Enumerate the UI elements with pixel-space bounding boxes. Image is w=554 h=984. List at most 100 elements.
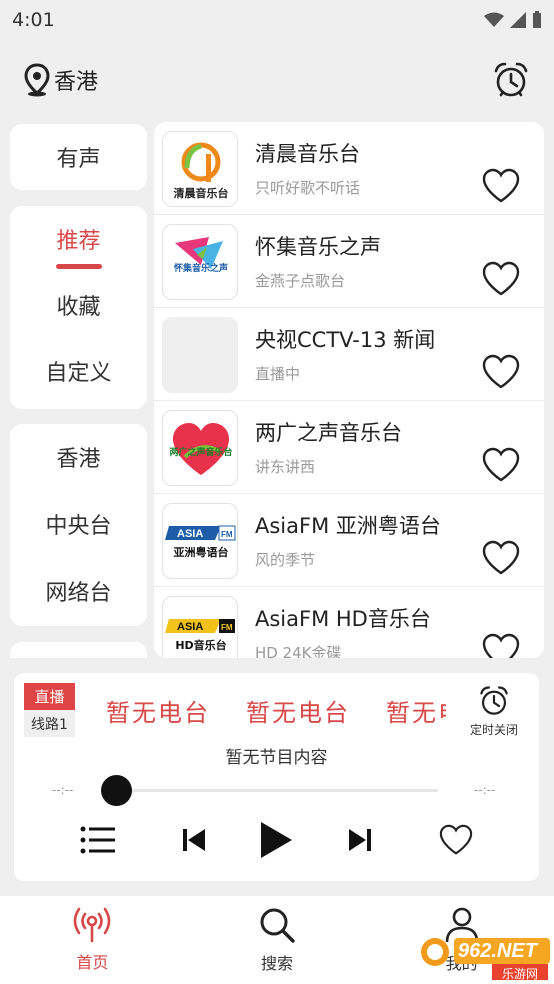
battery-icon xyxy=(533,11,541,28)
status-bar: 4:01 xyxy=(0,0,554,40)
heart-icon[interactable] xyxy=(481,633,521,658)
station-name: 央视CCTV-13 新闻 xyxy=(255,328,436,352)
sleep-timer-button[interactable]: 定时关闭 xyxy=(464,685,524,745)
left-item-central[interactable]: 中央台 xyxy=(10,490,147,558)
station-logo: ASIA FM HD音乐台 xyxy=(162,596,238,658)
logo-text: 怀集音乐之声 xyxy=(173,264,228,274)
station-subtitle: HD 24K金碟 xyxy=(255,644,342,658)
station-row[interactable]: 央视CCTV-13 新闻 直播中 xyxy=(154,308,544,401)
progress-track[interactable] xyxy=(114,789,438,792)
location-selector[interactable]: 香港 xyxy=(24,63,98,97)
station-subtitle: 风的季节 xyxy=(255,551,316,569)
sleep-timer-label: 定时关闭 xyxy=(469,723,518,737)
station-row[interactable]: 清晨音乐台 清晨音乐台 只听好歌不听话 xyxy=(154,122,544,215)
marquee-text: 暂无电台 xyxy=(106,699,210,727)
station-logo: 两广之声音乐台 xyxy=(162,410,238,486)
play-icon xyxy=(261,822,292,858)
line-selector[interactable]: 线路1 xyxy=(24,710,75,737)
watermark-sub: 乐游网 xyxy=(502,967,539,981)
left-card-audio: 有声 xyxy=(10,124,147,190)
station-subtitle: 讲东讲西 xyxy=(255,458,316,476)
nav-search[interactable]: 搜索 xyxy=(185,896,370,984)
play-button[interactable] xyxy=(254,818,298,862)
station-logo: ASIA FM 亚洲粤语台 xyxy=(162,503,238,579)
station-row[interactable]: ASIA FM 亚洲粤语台 AsiaFM 亚洲粤语台 风的季节 xyxy=(154,494,544,587)
left-item-custom[interactable]: 自定义 xyxy=(10,338,147,404)
progress-knob[interactable] xyxy=(101,775,132,806)
alarm-clock-icon xyxy=(480,686,508,715)
nav-home-label: 首页 xyxy=(76,953,109,972)
signal-icon xyxy=(510,12,526,28)
station-logo xyxy=(162,317,238,393)
left-item-hongkong[interactable]: 香港 xyxy=(10,424,147,490)
station-name: AsiaFM HD音乐台 xyxy=(255,607,431,631)
header: 香港 xyxy=(0,50,554,110)
station-list: 清晨音乐台 清晨音乐台 只听好歌不听话 怀集音乐之声 怀集音乐之声 金燕子点歌台… xyxy=(154,122,544,658)
status-time: 4:01 xyxy=(12,9,55,31)
svg-text:FM: FM xyxy=(221,530,233,539)
left-item-label: 收藏 xyxy=(56,295,101,320)
active-indicator xyxy=(56,264,102,269)
wifi-icon xyxy=(484,12,504,27)
svg-text:FM: FM xyxy=(221,623,233,632)
location-pin-icon xyxy=(24,63,50,97)
left-item-audio[interactable]: 有声 xyxy=(10,124,147,190)
total-time: --:-- xyxy=(474,783,496,797)
status-icons xyxy=(484,11,542,29)
heart-icon[interactable] xyxy=(481,540,521,576)
next-button[interactable] xyxy=(338,818,382,862)
station-logo: 怀集音乐之声 xyxy=(162,224,238,300)
favorite-button[interactable] xyxy=(434,818,478,862)
heart-icon[interactable] xyxy=(481,168,521,204)
search-icon xyxy=(260,908,295,943)
station-name: AsiaFM 亚洲粤语台 xyxy=(255,514,441,538)
skip-next-icon xyxy=(349,829,371,851)
station-subtitle: 只听好歌不听话 xyxy=(255,179,361,197)
nav-search-label: 搜索 xyxy=(261,954,294,973)
heart-icon[interactable] xyxy=(481,354,521,390)
station-subtitle: 金燕子点歌台 xyxy=(255,272,346,290)
radio-broadcast-icon xyxy=(74,907,111,943)
left-item-label: 中央台 xyxy=(45,514,112,539)
playlist-button[interactable] xyxy=(76,818,120,862)
elapsed-time: --:-- xyxy=(52,783,74,797)
station-name: 清晨音乐台 xyxy=(255,142,360,166)
station-marquee: 暂无电台 暂无电台 暂无电台 xyxy=(106,693,446,729)
logo-text: 清晨音乐台 xyxy=(173,187,229,200)
left-item-favorites[interactable]: 收藏 xyxy=(10,272,147,338)
station-name: 两广之声音乐台 xyxy=(255,421,402,445)
station-row[interactable]: 怀集音乐之声 怀集音乐之声 金燕子点歌台 xyxy=(154,215,544,308)
svg-text:ASIA: ASIA xyxy=(177,621,203,633)
left-item-network[interactable]: 网络台 xyxy=(10,558,147,624)
logo-text: 亚洲粤语台 xyxy=(173,546,229,559)
station-row[interactable]: 两广之声音乐台 两广之声音乐台 讲东讲西 xyxy=(154,401,544,494)
program-title: 暂无节目内容 xyxy=(225,748,328,768)
previous-button[interactable] xyxy=(172,818,216,862)
marquee-text: 暂无电台 xyxy=(246,699,350,727)
left-item-recommend[interactable]: 推荐 xyxy=(10,206,147,272)
heart-icon xyxy=(439,824,473,855)
left-card-regions: 香港 中央台 网络台 xyxy=(10,424,147,626)
left-item-label: 香港 xyxy=(56,447,101,472)
list-icon xyxy=(80,826,115,854)
location-label: 香港 xyxy=(54,70,99,95)
heart-icon[interactable] xyxy=(481,447,521,483)
logo-text: 两广之声音乐台 xyxy=(169,448,233,458)
left-card-recommend: 推荐 收藏 自定义 xyxy=(10,206,147,409)
skip-previous-icon xyxy=(183,829,205,851)
marquee-text: 暂无电台 xyxy=(386,699,446,727)
nav-home[interactable]: 首页 xyxy=(0,896,185,984)
svg-text:ASIA: ASIA xyxy=(177,528,203,540)
alarm-clock-icon[interactable] xyxy=(492,61,530,99)
left-item-label: 自定义 xyxy=(45,361,112,386)
station-logo-icon: ASIA FM xyxy=(165,525,236,541)
station-logo: 清晨音乐台 xyxy=(162,131,238,207)
left-card-more xyxy=(10,642,147,658)
heart-icon[interactable] xyxy=(481,261,521,297)
station-name: 怀集音乐之声 xyxy=(255,235,381,259)
left-item-label: 网络台 xyxy=(45,581,112,606)
station-row[interactable]: ASIA FM HD音乐台 AsiaFM HD音乐台 HD 24K金碟 xyxy=(154,587,544,658)
watermark: 962.NET 乐游网 xyxy=(418,932,552,982)
left-item-label: 推荐 xyxy=(56,229,101,254)
left-item-label: 有声 xyxy=(56,147,101,172)
